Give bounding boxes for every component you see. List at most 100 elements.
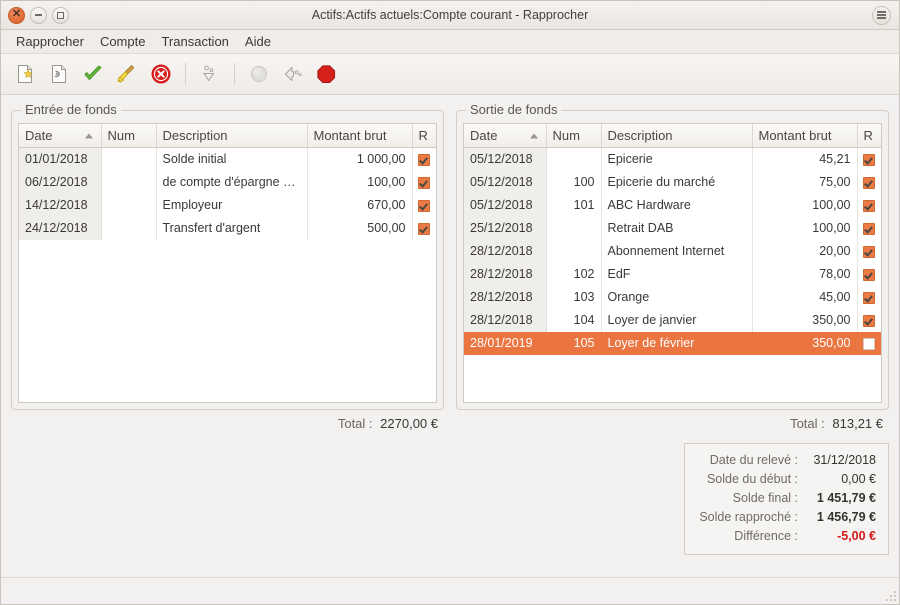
table-row[interactable]: 01/01/2018Solde initial1 000,00 bbox=[19, 148, 436, 171]
summary-row: Solde rapproché :1 456,79 € bbox=[697, 508, 876, 527]
cell-reconciled[interactable] bbox=[857, 217, 881, 240]
minimize-button[interactable] bbox=[30, 7, 47, 24]
checkbox-unchecked-icon[interactable] bbox=[863, 338, 875, 350]
checkbox-checked-icon[interactable] bbox=[418, 200, 430, 212]
blank-button bbox=[244, 59, 274, 89]
cell-reconciled[interactable] bbox=[412, 217, 436, 240]
toolbar-separator bbox=[234, 63, 235, 85]
column-header-num[interactable]: Num bbox=[101, 124, 156, 148]
broom-icon bbox=[116, 63, 138, 85]
table-row[interactable]: 25/12/2018Retrait DAB100,00 bbox=[464, 217, 881, 240]
cell-amount: 100,00 bbox=[752, 217, 857, 240]
debits-pane: Sortie de fonds Date bbox=[456, 101, 889, 431]
cell-amount: 45,00 bbox=[752, 286, 857, 309]
delete-transaction-button[interactable] bbox=[146, 59, 176, 89]
summary-label: Solde du début : bbox=[707, 470, 798, 489]
cell-date: 14/12/2018 bbox=[19, 194, 101, 217]
checkbox-checked-icon[interactable] bbox=[418, 177, 430, 189]
cell-reconciled[interactable] bbox=[857, 309, 881, 332]
delete-circle-icon bbox=[150, 63, 172, 85]
table-row[interactable]: 24/12/2018Transfert d'argent500,00 bbox=[19, 217, 436, 240]
checkbox-checked-icon[interactable] bbox=[418, 154, 430, 166]
credits-title: Entrée de fonds bbox=[21, 102, 121, 117]
column-header-date[interactable]: Date bbox=[19, 124, 101, 148]
jump-back-button[interactable] bbox=[278, 59, 308, 89]
sort-ascending-icon bbox=[530, 133, 538, 138]
summary-row: Solde final :1 451,79 € bbox=[697, 489, 876, 508]
cell-description: Epicerie bbox=[601, 148, 752, 171]
table-row[interactable]: 05/12/2018100Epicerie du marché75,00 bbox=[464, 171, 881, 194]
table-row[interactable]: 05/12/2018101ABC Hardware100,00 bbox=[464, 194, 881, 217]
sort-ascending-icon bbox=[85, 133, 93, 138]
maximize-button[interactable] bbox=[52, 7, 69, 24]
checkbox-checked-icon[interactable] bbox=[863, 223, 875, 235]
table-row[interactable]: 28/12/2018102EdF78,00 bbox=[464, 263, 881, 286]
column-header-date[interactable]: Date bbox=[464, 124, 546, 148]
menu-rapprocher[interactable]: Rapprocher bbox=[9, 32, 91, 51]
cell-reconciled[interactable] bbox=[857, 194, 881, 217]
clear-button[interactable] bbox=[112, 59, 142, 89]
cell-num: 100 bbox=[546, 171, 601, 194]
column-header-num[interactable]: Num bbox=[546, 124, 601, 148]
column-header-description[interactable]: Description bbox=[601, 124, 752, 148]
summary-value: 1 451,79 € bbox=[804, 489, 876, 508]
column-header-amount[interactable]: Montant brut bbox=[307, 124, 412, 148]
cell-reconciled[interactable] bbox=[857, 148, 881, 171]
cell-reconciled[interactable] bbox=[412, 171, 436, 194]
split-transaction-button[interactable] bbox=[195, 59, 225, 89]
checkbox-checked-icon[interactable] bbox=[863, 200, 875, 212]
cell-reconciled[interactable] bbox=[857, 286, 881, 309]
checkbox-checked-icon[interactable] bbox=[863, 246, 875, 258]
checkbox-checked-icon[interactable] bbox=[863, 315, 875, 327]
blank-ball-icon bbox=[248, 63, 270, 85]
credits-table-wrap[interactable]: Date Num Description Montant brut R 01/0… bbox=[18, 123, 437, 403]
close-button[interactable]: ✕ bbox=[8, 7, 25, 24]
table-row[interactable]: 14/12/2018Employeur670,00 bbox=[19, 194, 436, 217]
checkbox-checked-icon[interactable] bbox=[863, 269, 875, 281]
cell-reconciled[interactable] bbox=[412, 194, 436, 217]
cell-num: 104 bbox=[546, 309, 601, 332]
menu-transaction[interactable]: Transaction bbox=[154, 32, 235, 51]
summary-label: Date du relevé : bbox=[710, 451, 798, 470]
credits-groupbox: Entrée de fonds Date bbox=[11, 110, 444, 410]
checkbox-checked-icon[interactable] bbox=[863, 154, 875, 166]
checkbox-checked-icon[interactable] bbox=[863, 177, 875, 189]
cell-reconciled[interactable] bbox=[412, 148, 436, 171]
cell-date: 28/12/2018 bbox=[464, 286, 546, 309]
menu-aide[interactable]: Aide bbox=[238, 32, 278, 51]
checkbox-checked-icon[interactable] bbox=[418, 223, 430, 235]
cell-description: Epicerie du marché bbox=[601, 171, 752, 194]
table-row[interactable]: 28/12/2018Abonnement Internet20,00 bbox=[464, 240, 881, 263]
column-header-reconciled[interactable]: R bbox=[412, 124, 436, 148]
window-controls: ✕ bbox=[1, 7, 69, 24]
window-title: Actifs:Actifs actuels:Compte courant - R… bbox=[1, 8, 899, 22]
cell-amount: 100,00 bbox=[752, 194, 857, 217]
column-header-description[interactable]: Description bbox=[156, 124, 307, 148]
cell-reconciled[interactable] bbox=[857, 171, 881, 194]
table-row[interactable]: 06/12/2018de compte d'épargne …100,00 bbox=[19, 171, 436, 194]
cell-amount: 350,00 bbox=[752, 332, 857, 355]
cell-description: Transfert d'argent bbox=[156, 217, 307, 240]
cell-reconciled[interactable] bbox=[857, 332, 881, 355]
cell-description: Loyer de février bbox=[601, 332, 752, 355]
table-row[interactable]: 28/12/2018104Loyer de janvier350,00 bbox=[464, 309, 881, 332]
edit-transaction-button[interactable] bbox=[44, 59, 74, 89]
debits-title: Sortie de fonds bbox=[466, 102, 561, 117]
cell-description: ABC Hardware bbox=[601, 194, 752, 217]
new-transaction-button[interactable] bbox=[10, 59, 40, 89]
menu-compte[interactable]: Compte bbox=[93, 32, 153, 51]
debits-table-wrap[interactable]: Date Num Description Montant brut R 05/1… bbox=[463, 123, 882, 403]
summary-row: Solde du début :0,00 € bbox=[697, 470, 876, 489]
column-header-reconciled[interactable]: R bbox=[857, 124, 881, 148]
window-menu-button[interactable] bbox=[872, 6, 891, 25]
stop-button[interactable] bbox=[312, 59, 342, 89]
table-row[interactable]: 05/12/2018Epicerie45,21 bbox=[464, 148, 881, 171]
cell-reconciled[interactable] bbox=[857, 263, 881, 286]
resize-grip-icon[interactable] bbox=[884, 589, 896, 601]
table-row[interactable]: 28/12/2018103Orange45,00 bbox=[464, 286, 881, 309]
column-header-amount[interactable]: Montant brut bbox=[752, 124, 857, 148]
cell-reconciled[interactable] bbox=[857, 240, 881, 263]
table-row[interactable]: 28/01/2019105Loyer de février350,00 bbox=[464, 332, 881, 355]
reconcile-selection-button[interactable] bbox=[78, 59, 108, 89]
checkbox-checked-icon[interactable] bbox=[863, 292, 875, 304]
